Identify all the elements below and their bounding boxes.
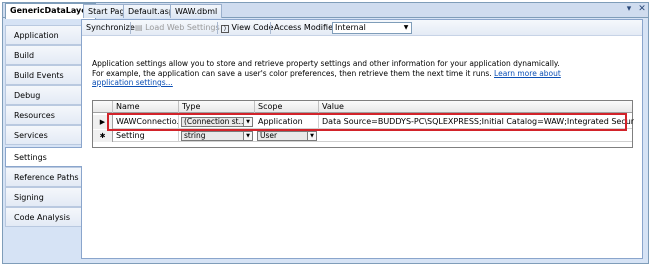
close-icon[interactable]: ✕ bbox=[637, 5, 647, 15]
column-header-scope[interactable]: Scope bbox=[255, 101, 319, 113]
web-settings-icon: ▤ bbox=[135, 23, 143, 32]
sidebar-item-build-events[interactable]: Build Events bbox=[5, 65, 81, 85]
new-setting-scope-value: User bbox=[260, 131, 278, 140]
new-setting-name-cell[interactable]: Setting bbox=[113, 130, 179, 142]
view-code-label: View Code bbox=[231, 23, 274, 32]
dropdown-icon[interactable]: ▾ bbox=[624, 5, 634, 15]
highlight-box bbox=[107, 113, 627, 131]
column-header-type[interactable]: Type bbox=[179, 101, 255, 113]
document-tab-bar: GenericDataLayer Start Page Default.aspx… bbox=[3, 3, 648, 19]
new-setting-value-cell[interactable] bbox=[319, 130, 634, 142]
toolbar-separator bbox=[270, 22, 271, 34]
toolbar-separator bbox=[130, 22, 131, 34]
settings-toolbar: Synchronize ▤ Load Web Settings ⟩ View C… bbox=[82, 20, 642, 36]
sidebar-item-services[interactable]: Services bbox=[5, 125, 81, 145]
chevron-down-icon: ▼ bbox=[307, 132, 316, 140]
access-modifier-label: Access Modifier: bbox=[274, 23, 339, 32]
settings-description: Application settings allow you to store … bbox=[92, 59, 572, 88]
load-web-settings-button[interactable]: ▤ Load Web Settings bbox=[135, 21, 220, 35]
new-row-asterisk-icon: ✱ bbox=[93, 130, 113, 142]
sidebar-item-resources[interactable]: Resources bbox=[5, 105, 81, 125]
header-corner bbox=[93, 101, 113, 113]
code-icon: ⟩ bbox=[221, 25, 229, 33]
sidebar-item-application[interactable]: Application bbox=[5, 25, 81, 45]
table-row[interactable]: ✱ Setting string ▼ User ▼ bbox=[93, 130, 632, 142]
toolbar-separator bbox=[217, 22, 218, 34]
view-code-button[interactable]: ⟩ View Code bbox=[221, 21, 274, 35]
sidebar-item-build[interactable]: Build bbox=[5, 45, 81, 65]
sidebar-item-reference-paths[interactable]: Reference Paths bbox=[5, 167, 81, 187]
sidebar-item-code-analysis[interactable]: Code Analysis bbox=[5, 207, 81, 227]
column-header-value[interactable]: Value bbox=[319, 101, 634, 113]
sidebar-item-signing[interactable]: Signing bbox=[5, 187, 81, 207]
access-modifier-value: Internal bbox=[335, 23, 366, 32]
sidebar-item-settings[interactable]: Settings bbox=[5, 147, 82, 167]
chevron-down-icon: ▼ bbox=[243, 132, 252, 140]
access-modifier-select[interactable]: Internal ▼ bbox=[332, 22, 412, 34]
sidebar: Application Build Build Events Debug Res… bbox=[5, 19, 82, 259]
new-setting-type-value: string bbox=[184, 131, 206, 140]
synchronize-button[interactable]: Synchronize bbox=[86, 21, 135, 35]
tab-waw-dbml[interactable]: WAW.dbml bbox=[170, 4, 223, 18]
new-setting-type-select[interactable]: string ▼ bbox=[181, 131, 253, 141]
chevron-down-icon: ▼ bbox=[403, 24, 409, 31]
grid-header: Name Type Scope Value bbox=[93, 101, 632, 113]
column-header-name[interactable]: Name bbox=[113, 101, 179, 113]
sidebar-item-debug[interactable]: Debug bbox=[5, 85, 81, 105]
description-text: Application settings allow you to store … bbox=[92, 59, 560, 78]
settings-page: Synchronize ▤ Load Web Settings ⟩ View C… bbox=[81, 19, 643, 259]
new-setting-scope-select[interactable]: User ▼ bbox=[257, 131, 317, 141]
load-web-settings-label: Load Web Settings bbox=[145, 23, 220, 32]
